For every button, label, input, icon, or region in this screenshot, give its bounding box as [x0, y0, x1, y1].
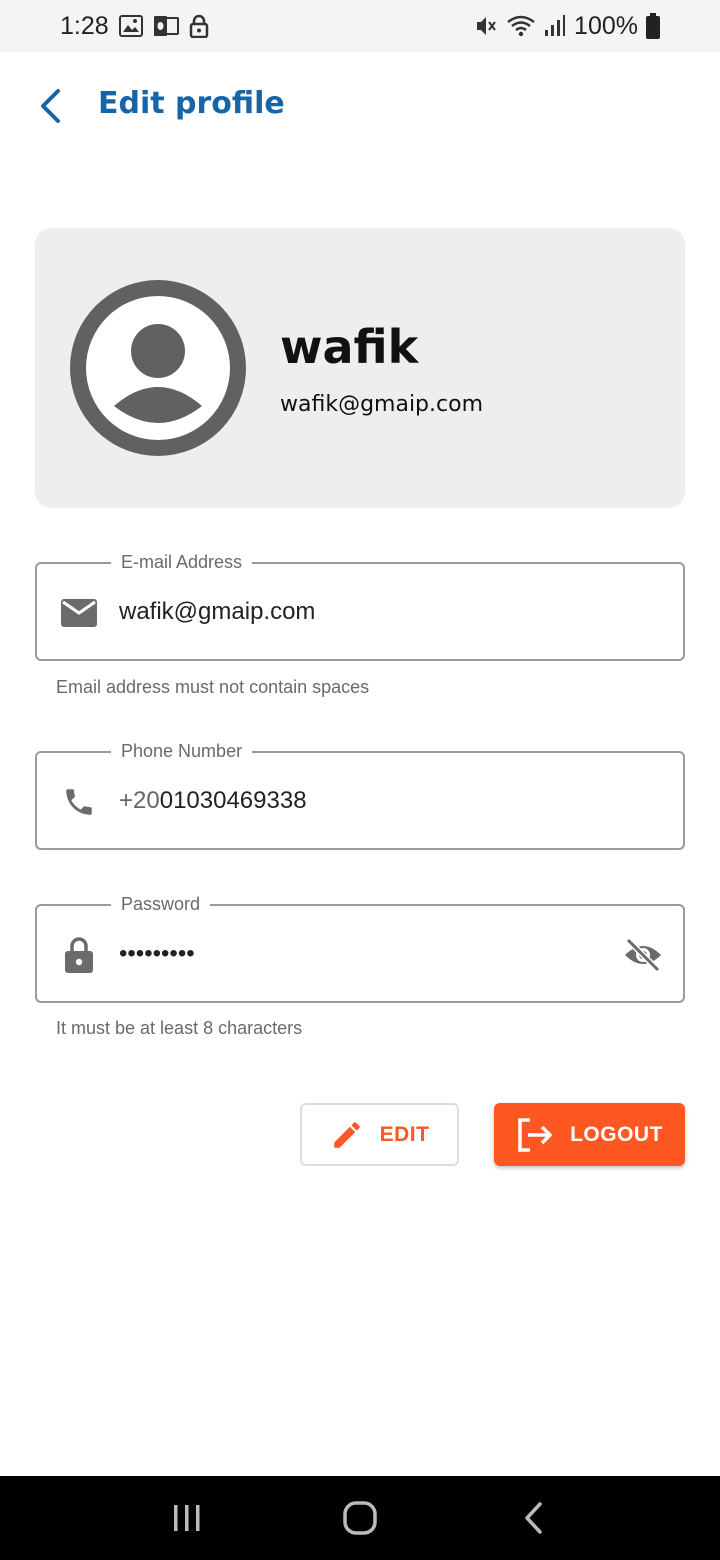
status-right: 100% [474, 12, 660, 41]
avatar [70, 280, 246, 456]
phone-icon [57, 780, 101, 824]
back-button[interactable] [28, 80, 72, 132]
logout-icon [518, 1117, 553, 1152]
phone-number: 01030469338 [159, 787, 307, 814]
phone-field[interactable]: Phone Number +2001030469338 [35, 738, 685, 850]
lock-icon [189, 14, 209, 38]
edit-button-label: EDIT [379, 1122, 430, 1146]
profile-card: wafik wafik@gmaip.com [35, 228, 685, 508]
email-field-label: E-mail Address [111, 549, 253, 575]
recents-button[interactable] [157, 1488, 217, 1548]
back-icon [525, 1502, 543, 1534]
email-field-value: wafik@gmaip.com [119, 598, 316, 625]
mute-icon [474, 14, 498, 38]
logout-button[interactable]: LOGOUT [494, 1103, 685, 1166]
home-button[interactable] [330, 1488, 390, 1548]
chevron-left-icon [41, 89, 60, 123]
system-nav-bar [0, 1476, 720, 1560]
back-nav-button[interactable] [503, 1488, 563, 1548]
pencil-icon [333, 1121, 360, 1148]
app-bar: Edit profile [0, 52, 720, 160]
password-field-label: Password [111, 891, 211, 917]
recents-icon [173, 1505, 200, 1531]
battery-text: 100% [574, 11, 638, 40]
password-field[interactable]: Password ••••••••• [35, 891, 685, 1003]
password-field-value: ••••••••• [119, 940, 195, 967]
battery-icon [646, 13, 660, 39]
signal-icon [544, 14, 566, 38]
status-left: 1:28 [60, 12, 209, 41]
phone-field-value: +2001030469338 [119, 785, 307, 817]
status-bar: 1:28 100% [0, 0, 720, 52]
gallery-icon [118, 15, 143, 37]
edit-profile-screen: 1:28 100% Edit profile wafik wafik@gmaip… [0, 0, 720, 1560]
account-circle-icon [70, 280, 246, 456]
profile-name: wafik [280, 320, 419, 374]
wifi-icon [506, 14, 536, 38]
home-icon [343, 1501, 377, 1535]
password-helper-text: It must be at least 8 characters [56, 1018, 303, 1038]
profile-email: wafik@gmaip.com [280, 392, 484, 417]
email-helper-text: Email address must not contain spaces [56, 677, 370, 697]
page-title: Edit profile [98, 86, 285, 121]
mail-icon [57, 591, 101, 635]
logout-button-label: LOGOUT [570, 1122, 663, 1146]
eye-off-icon[interactable] [621, 933, 665, 977]
status-time: 1:28 [60, 11, 109, 40]
email-field[interactable]: E-mail Address wafik@gmaip.com [35, 549, 685, 661]
phone-prefix: +20 [119, 787, 160, 814]
edit-button[interactable]: EDIT [300, 1103, 459, 1166]
outlook-icon [153, 15, 179, 37]
phone-field-label: Phone Number [111, 738, 253, 764]
lock-icon [57, 933, 101, 977]
